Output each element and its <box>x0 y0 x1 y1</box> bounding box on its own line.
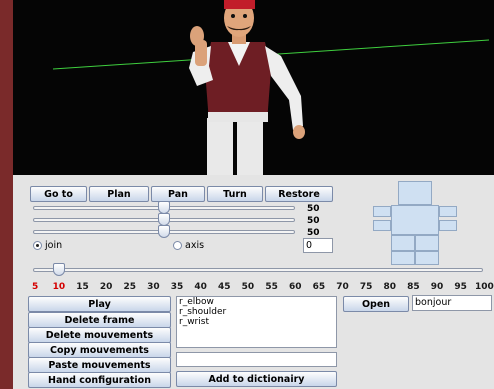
avatar-3d-viewport[interactable] <box>13 0 494 175</box>
copy-mouvements-button[interactable]: Copy mouvements <box>28 342 171 358</box>
axis-value-field[interactable]: 0 <box>303 238 333 253</box>
frame-slider[interactable] <box>33 263 483 276</box>
tick-label: 100 <box>475 282 494 292</box>
joint-slider-1-value: 50 <box>307 204 320 214</box>
joint-slider-2-value: 50 <box>307 216 320 226</box>
open-button[interactable]: Open <box>343 296 409 312</box>
joint-slider-3-value: 50 <box>307 228 320 238</box>
list-item[interactable]: r_wrist <box>177 317 336 327</box>
add-to-dictionary-button[interactable]: Add to dictionairy <box>176 371 337 387</box>
left-thigh-part[interactable] <box>415 235 439 251</box>
paste-mouvements-button[interactable]: Paste mouvements <box>28 357 171 373</box>
tick-label: 35 <box>170 282 184 292</box>
plan-button[interactable]: Plan <box>89 186 149 202</box>
right-upper-arm-part[interactable] <box>373 206 391 217</box>
tick-label: 50 <box>241 282 255 292</box>
right-shin-part[interactable] <box>391 251 415 265</box>
slider-thumb[interactable] <box>158 225 170 238</box>
turn-button[interactable]: Turn <box>207 186 263 202</box>
signing-avatar <box>189 0 305 175</box>
frame-tick-labels: 5 10 15 20 25 30 35 40 45 50 55 60 65 70 75 80 85 90 95 100 <box>13 282 494 294</box>
play-button[interactable]: Play <box>28 296 171 312</box>
tick-label: 70 <box>336 282 349 292</box>
hand-configuration-button[interactable]: Hand configuration <box>28 372 171 388</box>
tick-label: 25 <box>123 282 137 292</box>
right-thigh-part[interactable] <box>391 235 415 251</box>
axis-radio[interactable] <box>173 241 182 250</box>
list-item[interactable]: r_shoulder <box>177 307 336 317</box>
open-word-field[interactable]: bonjour <box>412 295 492 311</box>
restore-button[interactable]: Restore <box>265 186 333 202</box>
joint-slider-1[interactable] <box>33 201 295 214</box>
delete-frame-button[interactable]: Delete frame <box>28 312 171 328</box>
tick-label: 95 <box>454 282 467 292</box>
tick-label: 15 <box>76 282 89 292</box>
join-label: join <box>45 240 63 251</box>
tick-label: 80 <box>383 282 396 292</box>
tick-label: 10 <box>52 282 66 292</box>
frame-slider-thumb[interactable] <box>52 263 65 276</box>
delete-mouvements-button[interactable]: Delete mouvements <box>28 327 171 343</box>
word-input[interactable] <box>176 352 337 367</box>
tick-label: 45 <box>218 282 231 292</box>
list-item[interactable]: r_elbow <box>177 297 336 307</box>
tick-label: 65 <box>312 282 326 292</box>
go-to-button[interactable]: Go to <box>30 186 87 202</box>
main-window: Go to Plan Pan Turn Restore 50 50 50 joi… <box>13 0 494 389</box>
tick-label: 85 <box>407 282 420 292</box>
tick-label: 30 <box>147 282 160 292</box>
tick-label: 75 <box>359 282 373 292</box>
tick-label: 90 <box>430 282 444 292</box>
tick-label: 20 <box>99 282 113 292</box>
axis-label: axis <box>185 240 205 251</box>
head-part[interactable] <box>398 181 432 205</box>
avatar-scene <box>52 0 490 175</box>
tick-label: 40 <box>194 282 207 292</box>
torso-part[interactable] <box>391 205 439 235</box>
left-forearm-part[interactable] <box>439 220 457 231</box>
right-forearm-part[interactable] <box>373 220 391 231</box>
joint-slider-3[interactable] <box>33 225 295 238</box>
joint-slider-2[interactable] <box>33 213 295 226</box>
tick-label: 55 <box>265 282 278 292</box>
pan-button[interactable]: Pan <box>151 186 205 202</box>
tick-label: 5 <box>32 282 39 292</box>
left-shin-part[interactable] <box>415 251 439 265</box>
join-radio[interactable] <box>33 241 42 250</box>
joints-list[interactable]: r_elbow r_shoulder r_wrist <box>176 296 337 348</box>
tick-label: 60 <box>288 282 302 292</box>
left-upper-arm-part[interactable] <box>439 206 457 217</box>
